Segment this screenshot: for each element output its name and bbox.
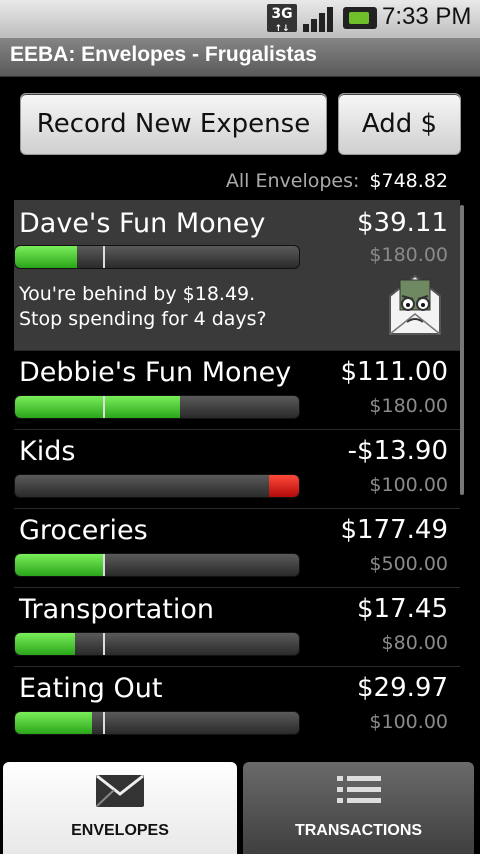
progress-fill [15,712,92,734]
progress-marker [103,554,105,576]
envelope-progress-bar [14,395,300,419]
envelope-name: Eating Out [19,673,163,704]
envelope-item-eating-out[interactable]: Eating Out $29.97 $100.00 [14,667,460,745]
all-envelopes-total: $748.82 [369,170,448,192]
network-3g-icon: 3G ↑↓ [267,4,297,34]
envelope-name: Transportation [19,594,214,625]
envelope-icon [96,774,144,807]
envelope-budget: $180.00 [369,395,448,417]
status-time: 7:33 PM [382,3,472,30]
tab-envelopes-label: ENVELOPES [71,822,169,839]
warning-line-2: Stop spending for 4 days? [19,308,267,330]
envelope-progress-bar [14,553,300,577]
envelope-progress-bar [14,245,300,269]
envelope-item-groceries[interactable]: Groceries $177.49 $500.00 [14,509,460,588]
all-envelopes-summary: All Envelopes: $748.82 [0,170,448,192]
envelope-progress-bar [14,711,300,735]
progress-fill [15,554,104,576]
envelope-item-debbies-fun-money[interactable]: Debbie's Fun Money $111.00 $180.00 [14,351,460,430]
progress-marker [103,712,105,734]
envelope-amount: -$13.90 [347,436,448,466]
all-envelopes-label: All Envelopes: [225,170,360,192]
envelope-item-transportation[interactable]: Transportation $17.45 $80.00 [14,588,460,667]
warning-line-1: You're behind by $18.49. [19,283,256,305]
progress-fill [15,396,180,418]
status-bar: 3G ↑↓ 7:33 PM [0,0,480,38]
list-scrollbar[interactable] [460,205,464,495]
envelope-budget: $500.00 [369,553,448,575]
envelope-progress-bar [14,474,300,498]
envelope-budget: $100.00 [369,711,448,733]
app-title: EEBA: Envelopes - Frugalistas [10,43,317,66]
envelope-name: Debbie's Fun Money [19,357,292,388]
envelope-budget: $80.00 [381,632,448,654]
title-bar: EEBA: Envelopes - Frugalistas [0,38,480,77]
envelope-item-kids[interactable]: Kids -$13.90 $100.00 [14,430,460,509]
worried-envelope-icon [389,274,441,335]
envelope-amount: $177.49 [340,515,448,545]
envelope-budget: $100.00 [369,474,448,496]
envelope-name: Groceries [19,515,148,546]
envelope-budget: $180.00 [369,244,448,266]
spending-warning: You're behind by $18.49. Stop spending f… [19,282,267,332]
tab-transactions-label: TRANSACTIONS [294,822,423,839]
signal-strength-icon [303,7,333,32]
bottom-tab-bar: ENVELOPES TRANSACTIONS [0,754,480,854]
progress-fill [15,246,78,268]
progress-fill [15,633,75,655]
envelope-list: Dave's Fun Money $39.11 $180.00 You're b… [14,200,460,745]
record-new-expense-button[interactable]: Record New Expense [20,93,327,155]
envelope-amount: $29.97 [357,673,448,703]
progress-marker [103,396,105,418]
tab-transactions[interactable]: TRANSACTIONS [243,762,474,854]
list-icon [336,776,381,803]
envelope-amount: $17.45 [357,594,448,624]
progress-marker [103,633,105,655]
envelope-name: Kids [19,436,76,467]
overdraft-fill [269,475,299,497]
envelope-amount: $111.00 [340,357,448,387]
battery-icon [343,7,377,29]
envelope-amount: $39.11 [357,208,448,238]
tab-envelopes[interactable]: ENVELOPES [3,762,237,854]
envelope-item-daves-fun-money[interactable]: Dave's Fun Money $39.11 $180.00 You're b… [14,200,460,351]
progress-marker [103,246,105,268]
network-type-label: 3G [271,6,293,22]
envelope-name: Dave's Fun Money [19,208,266,239]
envelope-progress-bar [14,632,300,656]
add-money-button[interactable]: Add $ [338,93,461,155]
